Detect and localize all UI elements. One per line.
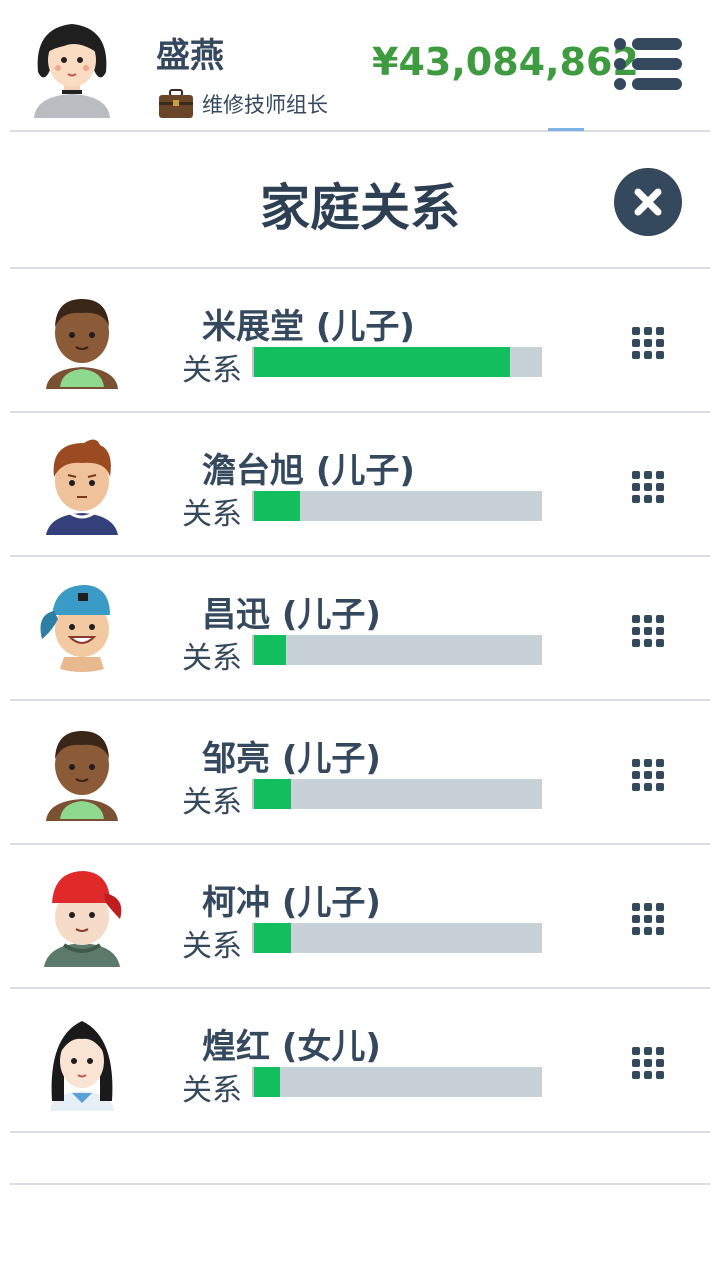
close-button[interactable] [614,168,682,236]
grid-options-icon[interactable] [630,469,666,505]
relation-bar-fill [254,491,301,521]
relation-label: 关系 [182,641,242,676]
header-accent [548,128,584,131]
grid-options-icon[interactable] [630,1045,666,1081]
member-name: 柯冲 (儿子) [202,883,381,923]
top-bar: 盛燕 维修技师组长 ¥43,084,862 [0,0,720,132]
girl-black-hair-avatar-icon [50,1021,114,1111]
family-member-row[interactable]: 澹台旭 (儿子) 关系 [0,413,720,557]
relation-bar [252,1067,542,1097]
grid-options-icon[interactable] [630,757,666,793]
relation-bar-fill [254,347,511,377]
relation-label: 关系 [182,1073,242,1108]
player-name: 盛燕 [156,36,224,76]
family-member-row[interactable]: 米展堂 (儿子) 关系 [0,269,720,413]
grid-options-icon[interactable] [630,325,666,361]
grid-options-icon[interactable] [630,901,666,937]
relation-bar-fill [254,779,292,809]
relation-label: 关系 [182,497,242,532]
relation-bar [252,347,542,377]
relation-bar [252,779,542,809]
job-title: 维修技师组长 [202,93,328,117]
member-name: 昌迅 (儿子) [202,595,381,635]
relation-label: 关系 [182,929,242,964]
relation-bar [252,635,542,665]
relation-bar-fill [254,923,292,953]
boy-dark-skin-avatar-icon [46,299,118,389]
panel-title: 家庭关系 [260,179,460,237]
boy-blue-cap-avatar-icon [40,585,110,672]
boy-brown-hair-avatar-icon [46,439,118,535]
money-balance: ¥43,084,862 [372,40,639,84]
relation-bar [252,923,542,953]
family-member-row[interactable]: 邹亮 (儿子) 关系 [0,701,720,845]
family-member-row[interactable]: 柯冲 (儿子) 关系 [0,845,720,989]
grid-options-icon[interactable] [630,613,666,649]
player-avatar-icon[interactable] [28,12,116,118]
briefcase-icon [159,89,193,118]
relation-label: 关系 [182,353,242,388]
relation-bar [252,491,542,521]
member-name: 米展堂 (儿子) [202,307,415,347]
relation-label: 关系 [182,785,242,820]
relation-bar-fill [254,1067,280,1097]
job-info: 维修技师组长 [158,88,328,120]
footer-divider [10,1183,710,1185]
family-member-row[interactable]: 煌红 (女儿) 关系 [0,989,720,1133]
relation-bar-fill [254,635,286,665]
family-member-list: 米展堂 (儿子) 关系 澹台旭 (儿子) 关系 昌迅 (儿子) 关系 邹亮 (儿… [0,269,720,1133]
member-name: 煌红 (女儿) [202,1027,381,1067]
menu-icon[interactable] [612,36,684,92]
boy-red-cap-avatar-icon [44,871,122,967]
close-icon [634,188,662,216]
boy-dark-skin-avatar-icon [46,731,118,821]
header-divider [10,130,710,132]
member-name: 澹台旭 (儿子) [202,451,415,491]
family-member-row[interactable]: 昌迅 (儿子) 关系 [0,557,720,701]
member-name: 邹亮 (儿子) [202,739,381,779]
